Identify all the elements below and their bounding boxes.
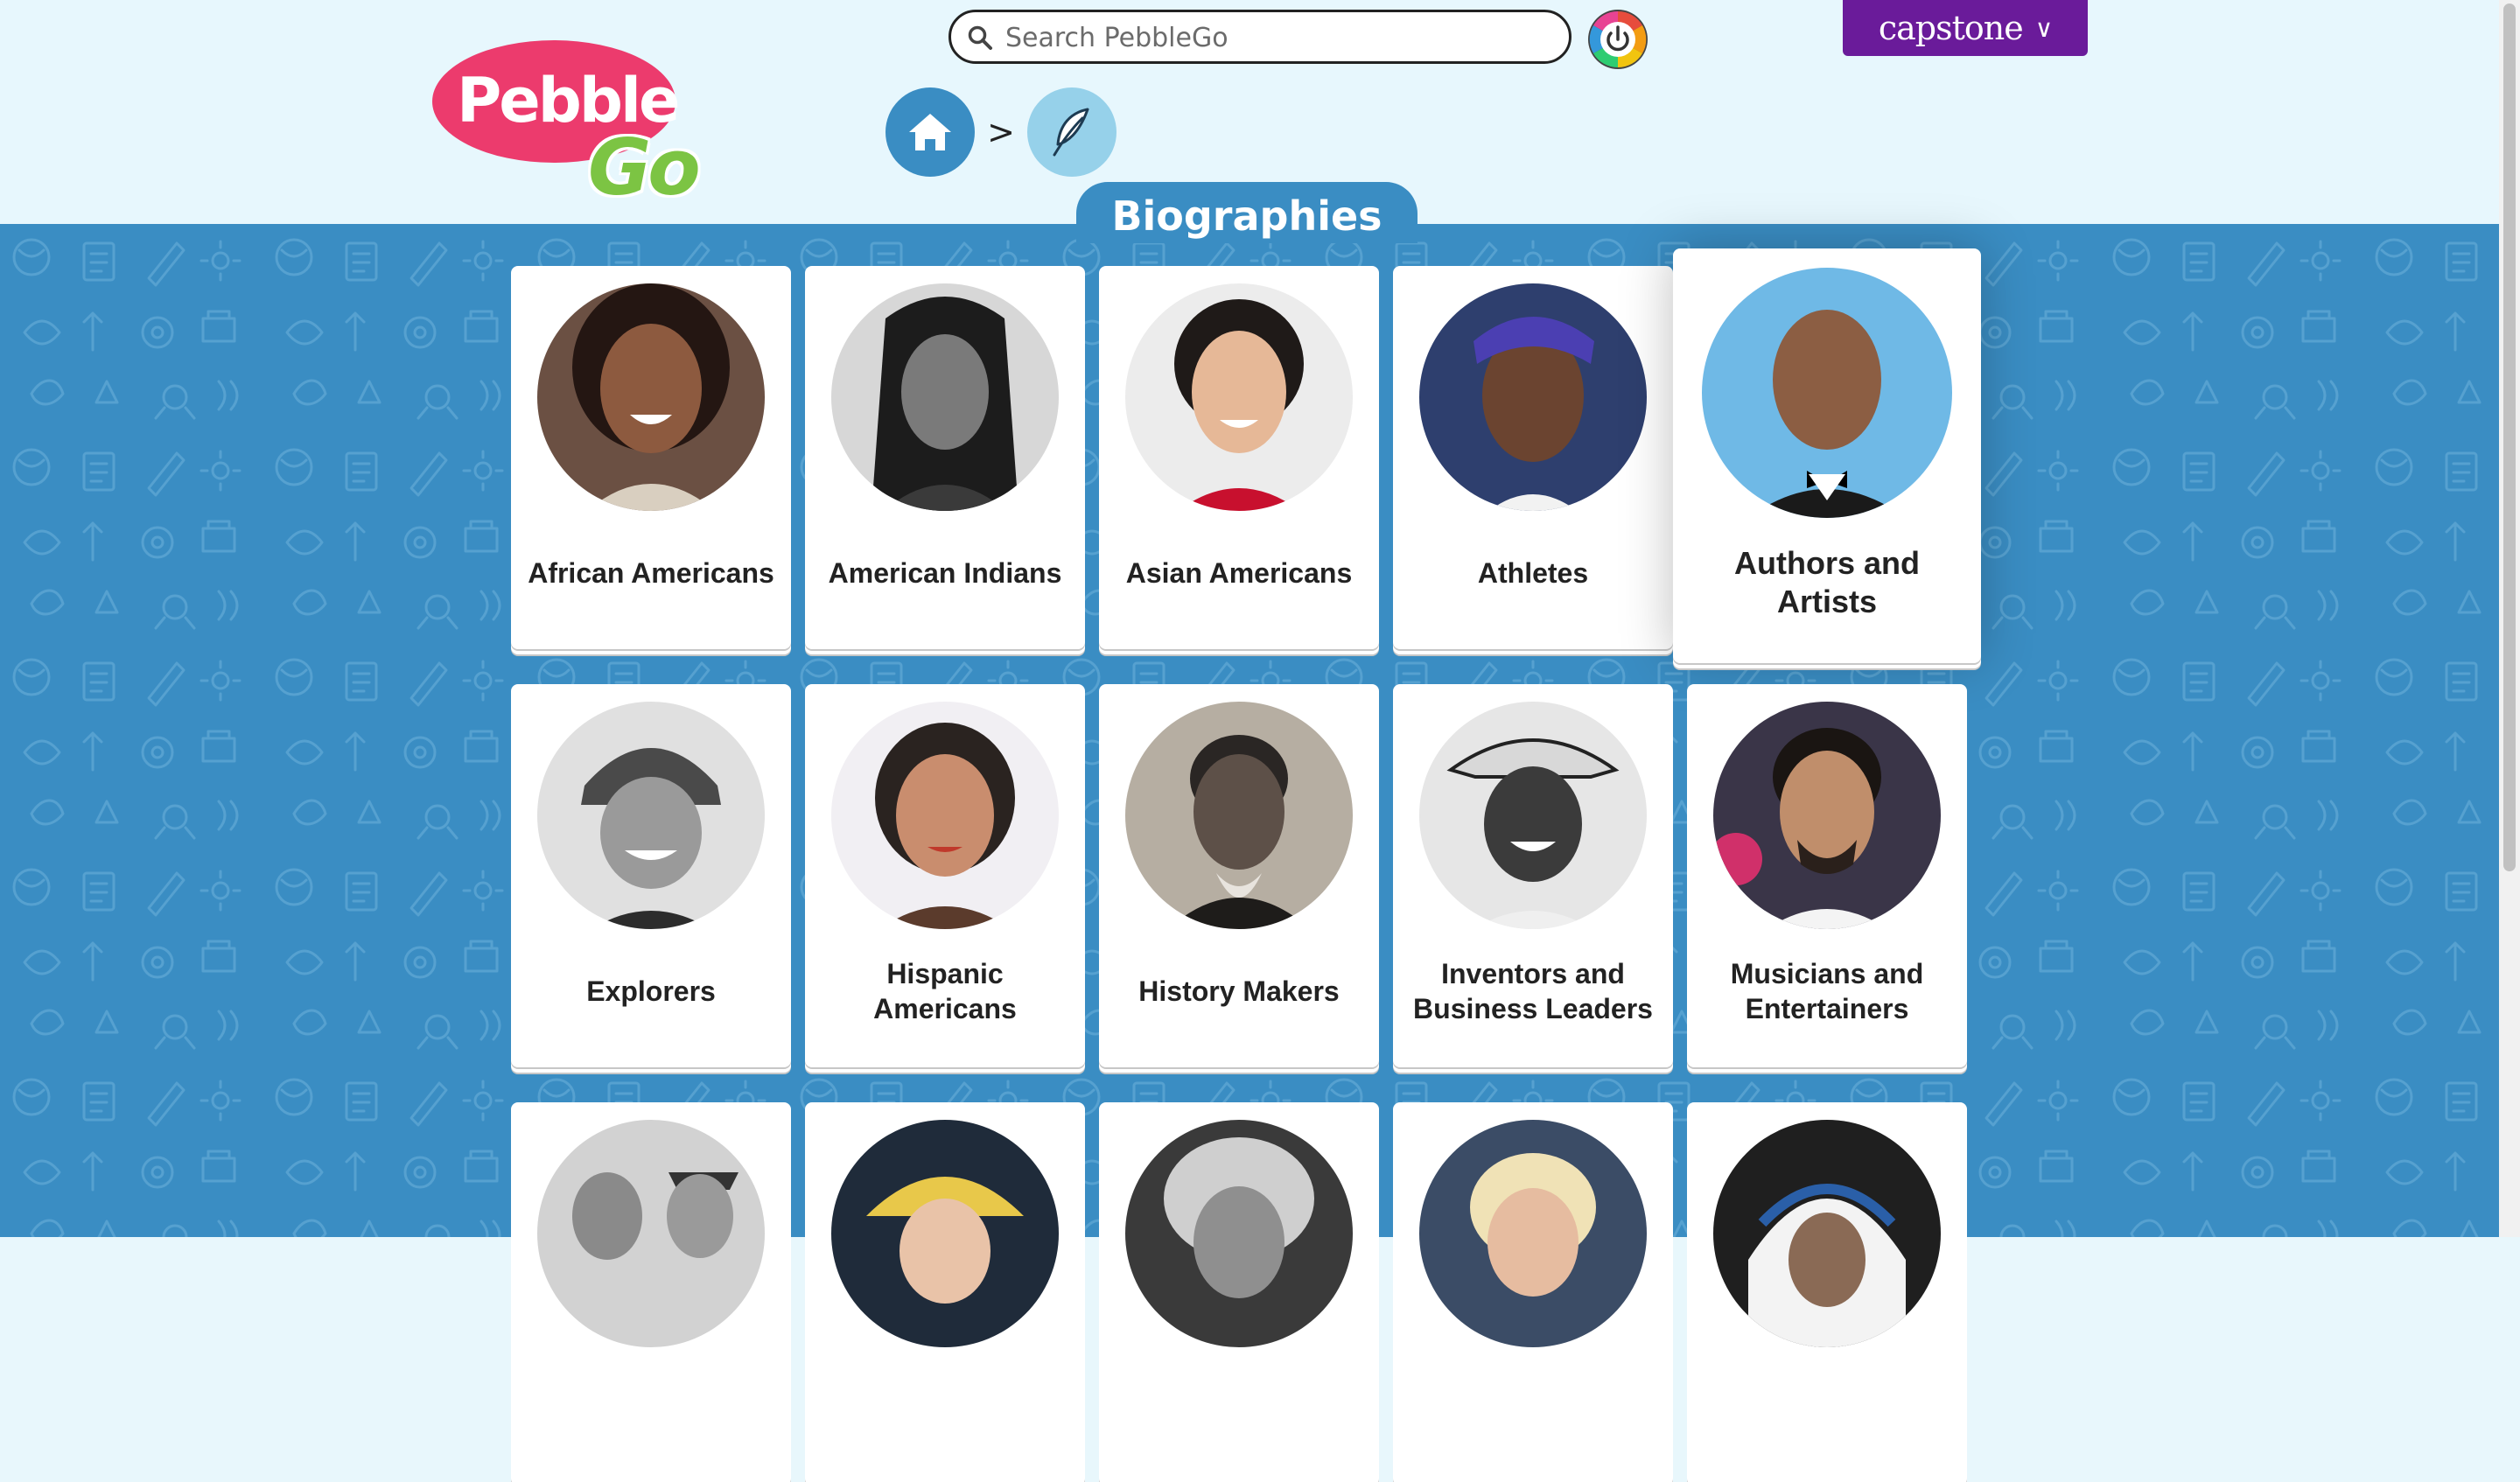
capstone-menu-button[interactable]: capstone ∨ (1843, 0, 2088, 56)
card-label: Asian Americans (1125, 557, 1353, 589)
biographies-breadcrumb-button[interactable] (1027, 87, 1116, 177)
card-label (1099, 1356, 1379, 1463)
category-card-row3-2[interactable] (805, 1102, 1085, 1482)
card-label: History Makers (1138, 975, 1340, 1007)
category-card-row3-1[interactable] (511, 1102, 791, 1482)
category-card-row3-3[interactable] (1099, 1102, 1379, 1482)
category-card-athletes[interactable]: Athletes (1393, 266, 1673, 646)
logo-text-go: Go (588, 122, 701, 213)
card-label: African Americans (528, 557, 774, 589)
card-label: Inventors and Business Leaders (1413, 958, 1653, 1024)
category-card-row3-4[interactable] (1393, 1102, 1673, 1482)
category-card-asian-americans[interactable]: Asian Americans (1099, 266, 1379, 646)
portrait-photo (1419, 283, 1647, 511)
category-card-american-indians[interactable]: American Indians (805, 266, 1085, 646)
category-card-hispanic-americans[interactable]: Hispanic Americans (805, 684, 1085, 1064)
card-label: Authors and Artists (1734, 545, 1920, 619)
card-label: American Indians (828, 557, 1062, 589)
card-label: Hispanic Americans (873, 958, 1017, 1024)
card-label: Athletes (1477, 557, 1589, 589)
capstone-label: capstone (1878, 9, 2024, 47)
portrait-photo (831, 283, 1059, 511)
card-label (1393, 1356, 1673, 1463)
scrollbar-thumb[interactable] (2503, 3, 2516, 871)
category-card-history-makers[interactable]: History Makers (1099, 684, 1379, 1064)
category-card-musicians-and-entertainers[interactable]: Musicians and Entertainers (1687, 684, 1967, 1064)
portrait-photo (537, 1120, 765, 1347)
portrait-photo (1419, 702, 1647, 929)
category-card-authors-and-artists[interactable]: Authors and Artists (1673, 248, 1981, 660)
portrait-photo (1713, 1120, 1941, 1347)
language-wheel-icon[interactable] (1587, 9, 1648, 70)
portrait-photo (1702, 268, 1952, 518)
breadcrumb-separator: > (987, 113, 1015, 151)
category-card-row3-5[interactable] (1687, 1102, 1967, 1482)
category-card-african-americans[interactable]: African Americans (511, 266, 791, 646)
portrait-photo (1125, 1120, 1353, 1347)
chevron-down-icon: ∨ (2034, 13, 2053, 43)
card-label (511, 1356, 791, 1463)
search-icon[interactable] (967, 24, 993, 51)
portrait-photo (1713, 702, 1941, 929)
breadcrumb: > (886, 87, 1116, 177)
category-card-inventors-and-business-leaders[interactable]: Inventors and Business Leaders (1393, 684, 1673, 1064)
portrait-photo (831, 1120, 1059, 1347)
portrait-photo (831, 702, 1059, 929)
search-box[interactable] (948, 10, 1572, 64)
vertical-scrollbar[interactable] (2499, 0, 2520, 1237)
card-label (805, 1356, 1085, 1463)
section-tab-title: Biographies (1076, 182, 1418, 243)
card-label: Explorers (586, 975, 716, 1007)
home-button[interactable] (886, 87, 975, 177)
card-label (1687, 1356, 1967, 1463)
home-icon (909, 114, 951, 150)
card-label: Musicians and Entertainers (1730, 958, 1924, 1024)
portrait-photo (1419, 1120, 1647, 1347)
category-card-explorers[interactable]: Explorers (511, 684, 791, 1064)
portrait-photo (1125, 283, 1353, 511)
search-input[interactable] (1004, 19, 1550, 56)
pebblego-logo[interactable]: Pebble Go (429, 35, 709, 213)
portrait-photo (537, 702, 765, 929)
portrait-photo (1125, 702, 1353, 929)
portrait-photo (537, 283, 765, 511)
quill-icon (1053, 108, 1089, 157)
